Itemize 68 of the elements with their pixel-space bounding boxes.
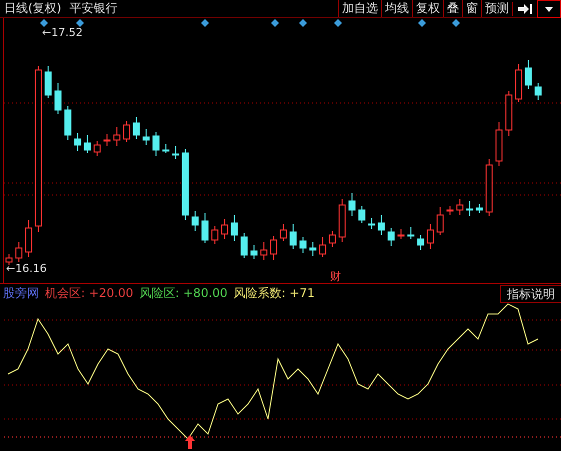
candlestick [290,224,297,250]
candlestick [368,218,376,230]
candlestick [192,210,199,232]
candlestick [476,204,483,214]
candlestick [230,214,238,242]
high-price-label: ←17.52 [42,26,83,39]
candlestick [524,60,532,90]
candlestick [378,214,385,236]
candlestick [15,242,22,262]
candlestick [250,244,258,260]
candlestick [407,226,414,240]
candlestick [436,206,444,236]
up-arrow-icon [185,435,195,449]
candlestick [456,198,464,216]
candlestick [534,82,542,100]
candlestick [6,254,12,266]
candlestick [417,234,424,250]
candlestick [280,224,287,242]
candlestick [328,230,336,248]
candlestick [94,140,101,156]
candlestick [202,212,208,244]
candlestick [240,232,248,258]
candlestick [338,198,346,242]
candlestick [496,122,502,166]
candlestick [319,236,326,258]
period-label[interactable]: 日线(复权) [0,0,66,17]
candlestick [64,106,72,140]
candlestick [162,144,170,154]
candlestick [426,224,434,250]
candlestick [211,226,218,244]
indicator-name: 股旁网 [3,285,39,302]
candlestick [25,220,32,258]
indicator-help-button[interactable]: 指标说明 [500,284,561,302]
candlestick [388,228,395,246]
candlestick [309,242,316,256]
candlestick [182,148,189,220]
indicator-value: 风险系数: +71 [234,285,315,302]
candlestick [515,64,522,102]
event-marker: 财 [330,269,341,284]
candlestick [172,146,180,160]
candlestick [270,236,278,260]
candlestick [132,116,140,140]
low-price-label: ←16.16 [6,262,47,275]
candlestick [54,82,62,114]
candlestick [398,228,404,240]
candlestick [104,134,110,146]
candlestick [260,242,268,260]
candlestick [348,192,356,216]
candlestick [300,236,306,254]
candlestick [446,206,454,216]
candlestick [113,126,120,146]
candlestick [358,206,366,224]
indicator-value: 风险区: +80.00 [139,285,228,302]
candlestick [123,120,130,142]
toolbar-button[interactable]: 复权 [412,0,443,17]
toolbar-button[interactable]: 加自选 [338,0,381,17]
candlestick [221,218,228,240]
stock-name: 平安银行 [68,0,118,17]
candlestick [44,66,52,98]
candlestick [505,90,512,136]
candlestick [486,158,493,216]
candlestick [152,132,160,156]
candlestick [142,128,150,146]
candlestick [74,132,82,152]
candlestick [84,134,91,154]
dropdown-caret-icon[interactable] [537,0,561,18]
indicator-value: 机会区: +20.00 [45,285,134,302]
candlestick [466,200,474,216]
